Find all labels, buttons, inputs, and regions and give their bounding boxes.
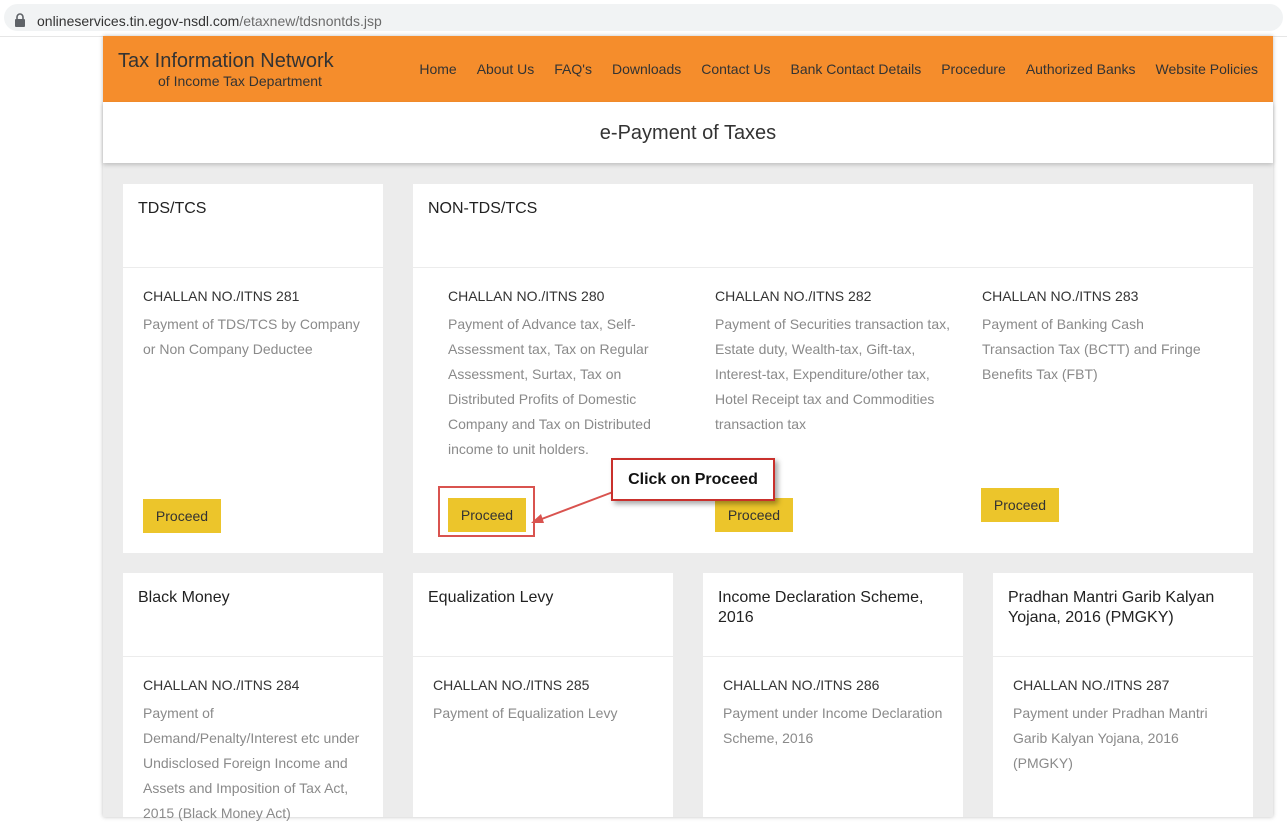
desc-line: or Non Company Deductee xyxy=(143,341,313,357)
nav-bank-contact-details[interactable]: Bank Contact Details xyxy=(790,61,921,77)
challan-item-286: CHALLAN NO./ITNS 286 Payment under Incom… xyxy=(723,676,958,751)
desc-line: Payment of Securities transaction tax, xyxy=(715,316,950,332)
url-field[interactable]: onlineservices.tin.egov-nsdl.com/etaxnew… xyxy=(4,4,1283,31)
browser-address-bar: onlineservices.tin.egov-nsdl.com/etaxnew… xyxy=(0,0,1287,37)
nav-about-us[interactable]: About Us xyxy=(477,61,535,77)
desc-line: Company and Tax on Distributed xyxy=(448,416,651,432)
nav-contact-us[interactable]: Contact Us xyxy=(701,61,770,77)
site-title[interactable]: Tax Information Network xyxy=(118,50,334,73)
desc-line: Payment of xyxy=(143,705,214,721)
challan-description: Payment of Demand/Penalty/Interest etc u… xyxy=(143,701,378,826)
desc-line: Payment of Banking Cash xyxy=(982,316,1144,332)
challan-number: CHALLAN NO./ITNS 287 xyxy=(1013,677,1170,693)
challan-description: Payment of Banking Cash Transaction Tax … xyxy=(982,312,1232,387)
challan-description: Payment of Securities transaction tax, E… xyxy=(715,312,965,437)
desc-line: Hotel Receipt tax and Commodities xyxy=(715,391,935,407)
site-subtitle[interactable]: of Income Tax Department xyxy=(158,73,322,89)
challan-number: CHALLAN NO./ITNS 282 xyxy=(715,288,872,304)
lock-icon xyxy=(15,13,25,27)
title-line: 2016 xyxy=(718,609,754,626)
desc-line: (PMGKY) xyxy=(1013,755,1073,771)
desc-line: Payment under Income Declaration xyxy=(723,705,943,721)
card-header: TDS/TCS xyxy=(123,184,383,268)
challan-item-285: CHALLAN NO./ITNS 285 Payment of Equaliza… xyxy=(433,676,668,726)
card-equalization-levy: Equalization Levy CHALLAN NO./ITNS 285 P… xyxy=(413,573,673,817)
card-income-declaration-scheme: Income Declaration Scheme, 2016 CHALLAN … xyxy=(703,573,963,817)
desc-line: Estate duty, Wealth-tax, Gift-tax, xyxy=(715,341,916,357)
challan-number: CHALLAN NO./ITNS 280 xyxy=(448,288,605,304)
proceed-button-282[interactable]: Proceed xyxy=(715,498,793,532)
nav-links: Home About Us FAQ's Downloads Contact Us… xyxy=(399,61,1258,77)
challan-item-282: CHALLAN NO./ITNS 282 Payment of Securiti… xyxy=(715,287,965,437)
desc-line: Distributed Profits of Domestic xyxy=(448,391,637,407)
challan-description: Payment of Equalization Levy xyxy=(433,701,668,726)
desc-line: Payment of TDS/TCS by Company xyxy=(143,316,360,332)
card-header: NON-TDS/TCS xyxy=(413,184,1253,268)
desc-line: Assets and Imposition of Tax Act, xyxy=(143,780,349,796)
proceed-button-281[interactable]: Proceed xyxy=(143,499,221,533)
card-title: Income Declaration Scheme, 2016 xyxy=(718,588,923,628)
challan-item-280: CHALLAN NO./ITNS 280 Payment of Advance … xyxy=(448,287,693,462)
card-title: NON-TDS/TCS xyxy=(428,200,538,217)
card-pmgky: Pradhan Mantri Garib Kalyan Yojana, 2016… xyxy=(993,573,1253,817)
card-header: Black Money xyxy=(123,573,383,657)
nav-faqs[interactable]: FAQ's xyxy=(554,61,592,77)
page-title: e-Payment of Taxes xyxy=(599,122,777,144)
title-line: Income Declaration Scheme, xyxy=(718,589,924,606)
challan-item-287: CHALLAN NO./ITNS 287 Payment under Pradh… xyxy=(1013,676,1248,776)
desc-line: Assessment tax, Tax on Regular xyxy=(448,341,649,357)
challan-description: Payment under Income Declaration Scheme,… xyxy=(723,701,958,751)
highlight-box xyxy=(438,486,535,537)
title-line: Pradhan Mantri Garib Kalyan xyxy=(1008,589,1215,606)
nav-procedure[interactable]: Procedure xyxy=(941,61,1006,77)
desc-line: Transaction Tax (BCTT) and Fringe xyxy=(982,341,1201,357)
challan-number: CHALLAN NO./ITNS 286 xyxy=(723,677,880,693)
challan-description: Payment under Pradhan Mantri Garib Kalya… xyxy=(1013,701,1248,776)
challan-item-281: CHALLAN NO./ITNS 281 Payment of TDS/TCS … xyxy=(143,287,373,362)
proceed-button-283[interactable]: Proceed xyxy=(981,488,1059,522)
challan-number: CHALLAN NO./ITNS 285 xyxy=(433,677,590,693)
nav-downloads[interactable]: Downloads xyxy=(612,61,681,77)
desc-line: Interest-tax, Expenditure/other tax, xyxy=(715,366,930,382)
challan-number: CHALLAN NO./ITNS 284 xyxy=(143,677,300,693)
desc-line: Demand/Penalty/Interest etc under xyxy=(143,730,360,746)
card-title: Black Money xyxy=(138,589,230,606)
card-title: TDS/TCS xyxy=(138,200,207,217)
page-banner: e-Payment of Taxes xyxy=(103,102,1273,163)
desc-line: Garib Kalyan Yojana, 2016 xyxy=(1013,730,1179,746)
card-tds-tcs: TDS/TCS CHALLAN NO./ITNS 281 Payment of … xyxy=(123,184,383,553)
card-title: Equalization Levy xyxy=(428,589,554,606)
arrow-icon xyxy=(531,491,614,523)
url-text: onlineservices.tin.egov-nsdl.com/etaxnew… xyxy=(37,13,382,29)
card-header: Pradhan Mantri Garib Kalyan Yojana, 2016… xyxy=(993,573,1253,657)
annotation-callout: Click on Proceed xyxy=(611,458,775,501)
card-header: Equalization Levy xyxy=(413,573,673,657)
nav-home[interactable]: Home xyxy=(419,61,456,77)
desc-line: Payment of Advance tax, Self- xyxy=(448,316,636,332)
challan-number: CHALLAN NO./ITNS 283 xyxy=(982,288,1139,304)
desc-line: 2015 (Black Money Act) xyxy=(143,805,291,821)
card-black-money: Black Money CHALLAN NO./ITNS 284 Payment… xyxy=(123,573,383,821)
desc-line: Undisclosed Foreign Income and xyxy=(143,755,348,771)
card-title: Pradhan Mantri Garib Kalyan Yojana, 2016… xyxy=(1008,588,1214,628)
url-path: /etaxnew/tdsnontds.jsp xyxy=(239,13,382,29)
desc-line: Scheme, 2016 xyxy=(723,730,814,746)
card-header: Income Declaration Scheme, 2016 xyxy=(703,573,963,657)
title-line: Yojana, 2016 (PMGKY) xyxy=(1008,609,1174,626)
challan-item-284: CHALLAN NO./ITNS 284 Payment of Demand/P… xyxy=(143,676,378,826)
desc-line: Benefits Tax (FBT) xyxy=(982,366,1098,382)
desc-line: Payment under Pradhan Mantri xyxy=(1013,705,1208,721)
challan-description: Payment of Advance tax, Self- Assessment… xyxy=(448,312,693,462)
challan-item-283: CHALLAN NO./ITNS 283 Payment of Banking … xyxy=(982,287,1232,387)
desc-line: Payment of Equalization Levy xyxy=(433,705,618,721)
top-navigation: Tax Information Network of Income Tax De… xyxy=(103,36,1273,102)
desc-line: Assessment, Surtax, Tax on xyxy=(448,366,622,382)
desc-line: transaction tax xyxy=(715,416,807,432)
nav-website-policies[interactable]: Website Policies xyxy=(1156,61,1258,77)
nav-authorized-banks[interactable]: Authorized Banks xyxy=(1026,61,1136,77)
url-host: onlineservices.tin.egov-nsdl.com xyxy=(37,13,240,29)
challan-number: CHALLAN NO./ITNS 281 xyxy=(143,288,300,304)
challan-description: Payment of TDS/TCS by Company or Non Com… xyxy=(143,312,373,362)
